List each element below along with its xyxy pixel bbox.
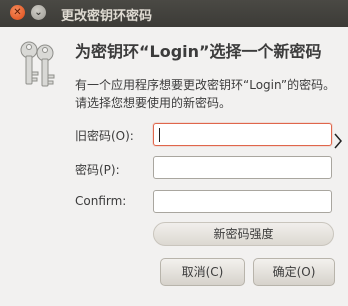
password-label: 密码(P): <box>75 163 120 177</box>
password-field[interactable] <box>153 156 332 179</box>
minimize-icon[interactable]: ⌄ <box>31 5 46 20</box>
dialog-heading: 为密钥环“Login”选择一个新密码 <box>75 42 322 61</box>
confirm-label: Confirm: <box>75 194 127 208</box>
old-password-field[interactable] <box>153 123 332 146</box>
confirm-field[interactable] <box>153 190 332 213</box>
password-strength-bar: 新密码强度 <box>153 222 334 246</box>
text-cursor-icon <box>334 133 342 149</box>
ok-button[interactable]: 确定(O) <box>253 258 335 286</box>
title-bar: ✕ ⌄ 更改密钥环密码 <box>0 0 348 27</box>
old-password-label: 旧密码(O): <box>75 129 134 143</box>
close-icon[interactable]: ✕ <box>10 5 25 20</box>
text-caret <box>159 128 160 142</box>
cancel-button[interactable]: 取消(C) <box>160 258 245 286</box>
dialog-description: 有一个应用程序想要更改密钥环“Login”的密码。请选择您想要使用的新密码。 <box>75 78 336 110</box>
keys-icon <box>20 41 55 87</box>
window-title: 更改密钥环密码 <box>61 9 153 24</box>
